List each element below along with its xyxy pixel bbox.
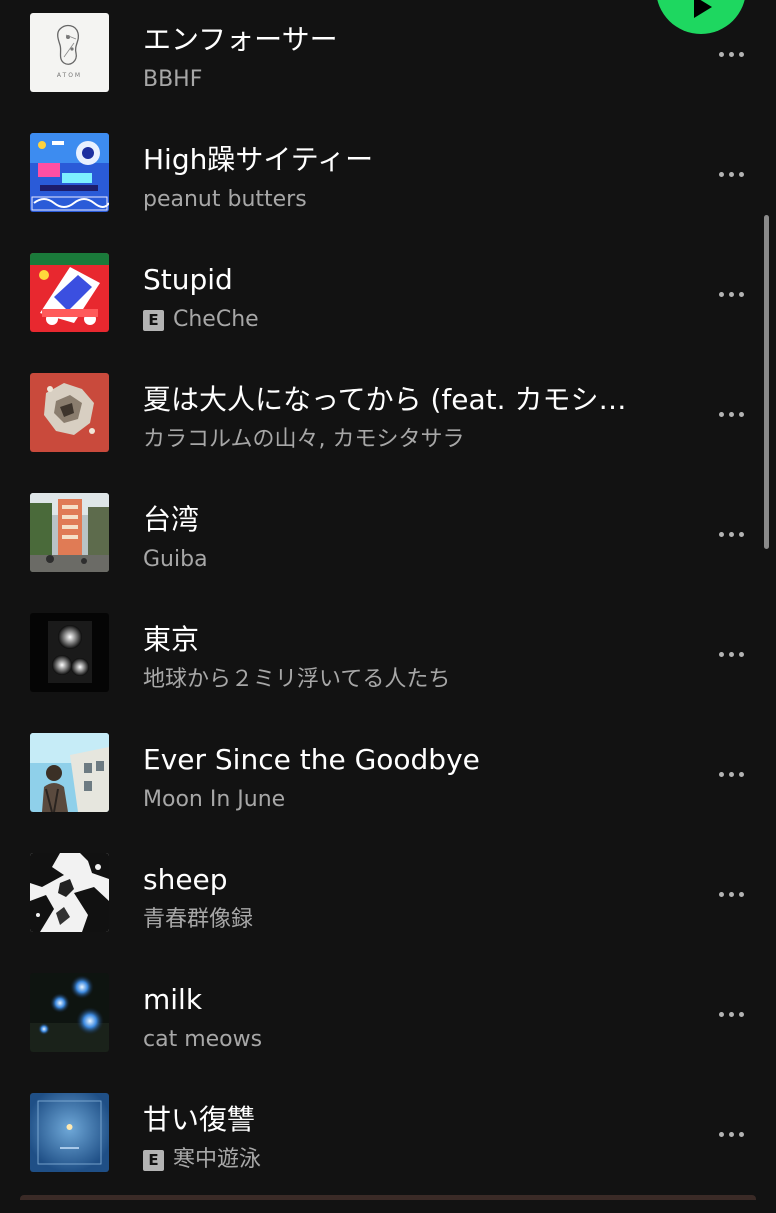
track-subline: Guiba xyxy=(143,545,663,575)
track-subline: BBHF xyxy=(143,65,663,95)
track-artist[interactable]: カラコルムの山々, カモシタサラ xyxy=(143,426,465,454)
more-horizontal-icon-dot xyxy=(738,531,744,537)
track-title: 台湾 xyxy=(143,503,200,536)
track-artist[interactable]: 寒中遊泳 xyxy=(173,1146,261,1174)
track-artist[interactable]: BBHF xyxy=(143,66,202,94)
track-subline: 地球から２ミリ浮いてる人たち xyxy=(143,665,663,695)
track-title: 東京 xyxy=(143,623,200,656)
more-horizontal-icon-dot xyxy=(728,891,734,897)
album-cover xyxy=(30,373,109,452)
now-playing-bar-edge[interactable] xyxy=(20,1195,756,1200)
track-artist[interactable]: peanut butters xyxy=(143,186,307,214)
more-horizontal-icon-dot xyxy=(728,1131,734,1137)
more-options-button[interactable] xyxy=(708,999,754,1029)
track-artist[interactable]: 地球から２ミリ浮いてる人たち xyxy=(143,666,450,694)
album-cover xyxy=(30,733,109,812)
more-options-button[interactable] xyxy=(708,1119,754,1149)
track-artist[interactable]: Guiba xyxy=(143,546,208,574)
more-horizontal-icon-dot xyxy=(738,291,744,297)
more-horizontal-icon-dot xyxy=(728,651,734,657)
track-subline: E 寒中遊泳 xyxy=(143,1145,663,1175)
more-options-button[interactable] xyxy=(708,159,754,189)
track-subline: peanut butters xyxy=(143,185,663,215)
more-horizontal-icon-dot xyxy=(728,531,734,537)
more-options-button[interactable] xyxy=(708,519,754,549)
more-horizontal-icon-dot xyxy=(738,771,744,777)
track-row[interactable]: High躁サイティー peanut butters xyxy=(0,133,776,253)
explicit-badge: E xyxy=(143,1149,164,1171)
album-cover xyxy=(30,253,109,332)
track-row[interactable]: Ever Since the Goodbye Moon In June xyxy=(0,733,776,853)
more-horizontal-icon xyxy=(718,171,724,177)
track-title: sheep xyxy=(143,863,228,896)
track-row[interactable]: milk cat meows xyxy=(0,973,776,1093)
track-title: 甘い復讐 xyxy=(143,1103,256,1136)
more-options-button[interactable] xyxy=(708,399,754,429)
album-cover xyxy=(30,973,109,1052)
more-horizontal-icon-dot xyxy=(738,891,744,897)
more-options-button[interactable] xyxy=(708,759,754,789)
more-horizontal-icon-dot xyxy=(738,171,744,177)
track-subline: Moon In June xyxy=(143,785,663,815)
track-subline: カラコルムの山々, カモシタサラ xyxy=(143,425,663,455)
track-subline: cat meows xyxy=(143,1025,663,1055)
track-subline: E CheChe xyxy=(143,305,663,335)
more-horizontal-icon xyxy=(718,411,724,417)
track-title: High躁サイティー xyxy=(143,143,374,176)
more-horizontal-icon-dot xyxy=(738,411,744,417)
track-row[interactable]: 台湾 Guiba xyxy=(0,493,776,613)
scrollbar[interactable] xyxy=(764,215,769,549)
more-horizontal-icon-dot xyxy=(738,1131,744,1137)
more-horizontal-icon xyxy=(718,531,724,537)
svg-text:ATOM: ATOM xyxy=(57,72,82,79)
more-horizontal-icon-dot xyxy=(728,171,734,177)
more-horizontal-icon-dot xyxy=(728,51,734,57)
track-artist[interactable]: CheChe xyxy=(173,306,259,334)
more-options-button[interactable] xyxy=(708,879,754,909)
track-subline: 青春群像録 xyxy=(143,905,663,935)
more-horizontal-icon xyxy=(718,51,724,57)
more-horizontal-icon-dot xyxy=(728,411,734,417)
more-horizontal-icon xyxy=(718,651,724,657)
album-cover xyxy=(30,613,109,692)
more-horizontal-icon-dot xyxy=(738,651,744,657)
explicit-badge: E xyxy=(143,309,164,331)
more-options-button[interactable] xyxy=(708,639,754,669)
more-options-button[interactable] xyxy=(708,39,754,69)
track-row[interactable]: 東京 地球から２ミリ浮いてる人たち xyxy=(0,613,776,733)
more-horizontal-icon-dot xyxy=(728,1011,734,1017)
album-cover xyxy=(30,493,109,572)
track-title: 夏は大人になってから (feat. カモシ… xyxy=(143,383,627,416)
track-title: エンフォーサー xyxy=(143,23,338,56)
more-horizontal-icon xyxy=(718,891,724,897)
more-horizontal-icon-dot xyxy=(728,291,734,297)
more-horizontal-icon xyxy=(718,771,724,777)
track-title: Ever Since the Goodbye xyxy=(143,743,480,776)
track-row[interactable]: Stupid E CheChe xyxy=(0,253,776,373)
track-row[interactable]: ATOM エンフォーサー BBHF xyxy=(0,13,776,133)
track-artist[interactable]: 青春群像録 xyxy=(143,906,253,934)
album-cover xyxy=(30,1093,109,1172)
more-horizontal-icon xyxy=(718,1011,724,1017)
more-options-button[interactable] xyxy=(708,279,754,309)
track-title: milk xyxy=(143,983,203,1016)
track-artist[interactable]: Moon In June xyxy=(143,786,285,814)
album-cover xyxy=(30,853,109,932)
more-horizontal-icon xyxy=(718,291,724,297)
track-row[interactable]: sheep 青春群像録 xyxy=(0,853,776,973)
album-cover: ATOM xyxy=(30,13,109,92)
album-cover xyxy=(30,133,109,212)
track-row[interactable]: 夏は大人になってから (feat. カモシ… カラコルムの山々, カモシタサラ xyxy=(0,373,776,493)
more-horizontal-icon xyxy=(718,1131,724,1137)
track-title: Stupid xyxy=(143,263,233,296)
more-horizontal-icon-dot xyxy=(728,771,734,777)
more-horizontal-icon-dot xyxy=(738,51,744,57)
track-artist[interactable]: cat meows xyxy=(143,1026,262,1054)
more-horizontal-icon-dot xyxy=(738,1011,744,1017)
